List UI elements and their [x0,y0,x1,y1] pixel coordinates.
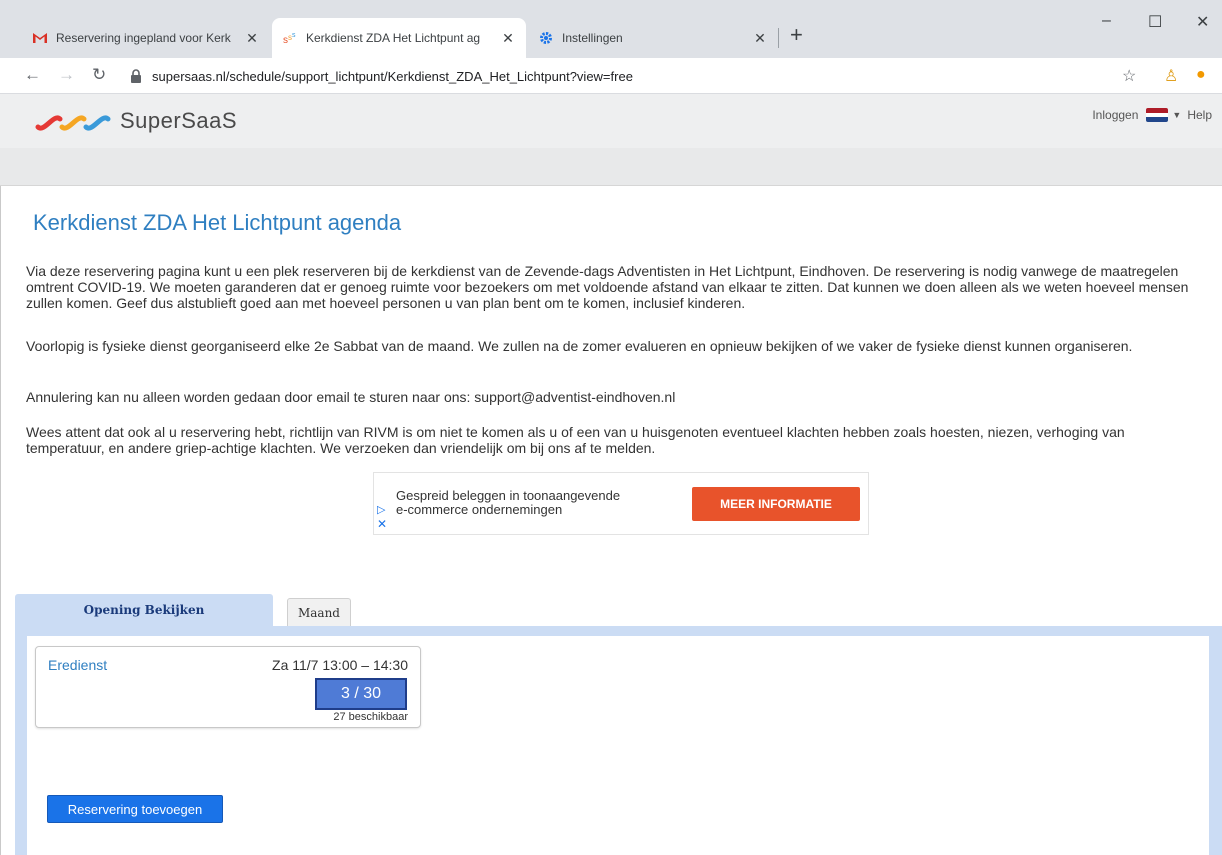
advertisement[interactable]: Gespreid beleggen in toonaangevende e-co… [373,472,869,535]
star-icon[interactable]: ☆ [1122,66,1136,86]
schedule-paragraph: Voorlopig is fysieke dienst georganiseer… [26,338,1133,354]
supersaas-icon: sss [282,30,298,46]
header-subbar [0,148,1222,186]
intro-paragraph: Via deze reservering pagina kunt u een p… [26,263,1189,311]
logo-text: SuperSaaS [120,108,238,133]
slot-available-text: 27 beschikbaar [333,711,408,723]
tab-maand[interactable]: Maand [287,598,351,626]
ad-line-2: e-commerce ondernemingen [396,502,563,517]
gmail-icon [32,30,48,46]
svg-text:s: s [292,32,296,39]
supersaas-logo[interactable]: SuperSaaS [34,108,237,134]
health-paragraph: Wees attent dat ook al u reservering heb… [26,424,1125,456]
url-text: supersaas.nl/schedule/support_lichtpunt/… [152,68,633,84]
close-icon[interactable]: ✕ [500,30,516,47]
maximize-icon[interactable]: ☐ [1148,12,1162,32]
site-header: SuperSaaS Inloggen ▼ Help [0,94,1222,148]
browser-tab-bar: Reservering ingepland voor Kerk ✕ sss Ke… [0,0,1222,58]
help-link[interactable]: Help [1187,108,1212,122]
ad-more-info-button[interactable]: MEER INFORMATIE [692,487,860,521]
browser-tab-supersaas[interactable]: sss Kerkdienst ZDA Het Lichtpunt ag ✕ [272,18,526,58]
add-reservation-button[interactable]: Reservering toevoegen [47,795,223,823]
page-title: Kerkdienst ZDA Het Lichtpunt agenda [33,210,402,235]
cancellation-paragraph: Annulering kan nu alleen worden gedaan d… [26,389,676,405]
minimize-icon[interactable]: – [1102,12,1111,30]
reload-icon[interactable]: ↻ [92,66,106,84]
tab-title: Reservering ingepland voor Kerk [56,31,231,45]
dutch-flag-icon[interactable] [1146,108,1169,122]
tab-title: Kerkdienst ZDA Het Lichtpunt ag [306,31,481,45]
login-link[interactable]: Inloggen [1092,108,1138,122]
ad-close-icon[interactable]: ✕ [377,517,387,531]
window-close-icon[interactable]: ✕ [1196,12,1209,32]
new-tab-icon[interactable]: + [790,24,803,46]
browser-toolbar: ← → ↻ supersaas.nl/schedule/support_lich… [0,58,1222,94]
close-icon[interactable]: ✕ [244,30,260,47]
chevron-down-icon[interactable]: ▼ [1172,110,1181,120]
header-links: Inloggen ▼ Help [1092,108,1212,122]
slot-card[interactable]: Eredienst Za 11/7 13:00 – 14:30 3 / 30 2… [35,646,421,728]
browser-tab-gmail[interactable]: Reservering ingepland voor Kerk ✕ [22,18,270,58]
extension-circle-icon[interactable]: ● [1196,66,1206,84]
logo-mark-icon [35,115,111,131]
slot-capacity-badge[interactable]: 3 / 30 [315,678,407,710]
gear-icon [538,30,554,46]
ad-choices-icon[interactable]: ▷ [377,503,385,516]
tab-separator [778,28,779,48]
browser-tab-settings[interactable]: Instellingen ✕ [528,18,778,58]
tab-opening-bekijken[interactable]: Opening Bekijken [15,594,273,626]
slot-name[interactable]: Eredienst [48,657,107,673]
schedule-frame: Eredienst Za 11/7 13:00 – 14:30 3 / 30 2… [15,626,1222,855]
tab-title: Instellingen [562,31,623,45]
forward-arrow-icon[interactable]: → [58,66,75,84]
close-icon[interactable]: ✕ [752,30,768,47]
back-arrow-icon[interactable]: ← [24,66,41,84]
extension-icon[interactable]: ♙ [1164,66,1178,86]
schedule-panel: Eredienst Za 11/7 13:00 – 14:30 3 / 30 2… [27,636,1209,855]
lock-icon [130,69,144,83]
main-content: Kerkdienst ZDA Het Lichtpunt agenda Via … [0,186,1222,855]
slot-time: Za 11/7 13:00 – 14:30 [272,657,408,673]
ad-text: Gespreid beleggen in toonaangevende e-co… [396,489,620,517]
address-bar[interactable]: supersaas.nl/schedule/support_lichtpunt/… [130,62,1130,90]
ad-line-1: Gespreid beleggen in toonaangevende [396,488,621,503]
